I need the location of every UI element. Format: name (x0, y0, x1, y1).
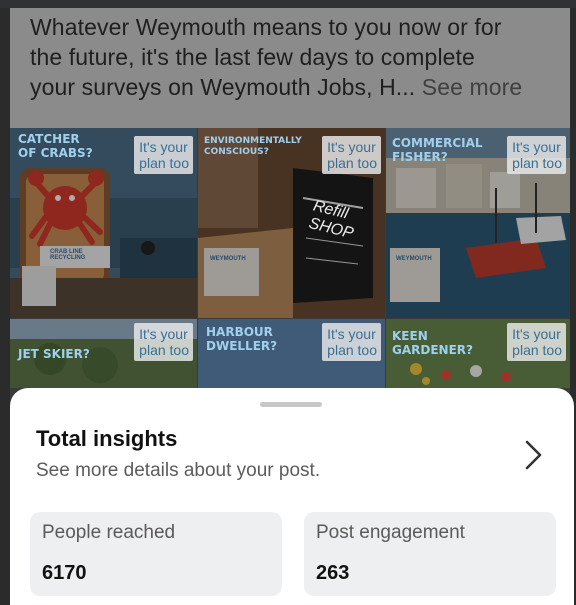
card-label: Post engagement (316, 522, 465, 543)
tag-line: JET SKIER? (18, 347, 90, 361)
grid-tile-harbour[interactable]: HARBOUR DWELLER? It's your plan too (198, 319, 385, 388)
badge-line: It's your (327, 326, 376, 342)
grid-tile-environment[interactable]: ENVIRONMENTALLY CONSCIOUS? It's your plan … (198, 128, 385, 318)
tag-line: COMMERCIAL (392, 136, 483, 150)
post-caption-area: Whatever Weymouth means to you now or fo… (10, 8, 570, 128)
tile-tag: ENVIRONMENTALLY CONSCIOUS? (204, 136, 302, 158)
insights-bottom-sheet[interactable]: Total insights See more details about yo… (10, 388, 574, 605)
badge-line: plan too (512, 155, 562, 171)
tag-line: KEEN (392, 329, 428, 343)
plan-badge: It's your plan too (507, 136, 566, 174)
post-caption: Whatever Weymouth means to you now or fo… (30, 12, 570, 102)
sign-text: WEYMOUTH (396, 256, 432, 262)
grid-tile-fisher[interactable]: COMMERCIAL FISHER? It's your plan too WEYM… (386, 128, 570, 318)
badge-line: It's your (512, 139, 561, 155)
tag-line: OF CRABS? (18, 146, 93, 160)
badge-line: plan too (512, 342, 562, 358)
see-more-link[interactable]: See more (422, 74, 523, 100)
tag-line: CONSCIOUS? (204, 147, 269, 157)
tile-tag: CATCHER OF CRABS? (18, 132, 93, 160)
tile-tag: COMMERCIAL FISHER? (392, 136, 483, 164)
sign-text: CRAB LINE RECYCLING (50, 249, 85, 261)
sign-line: RECYCLING (50, 255, 86, 261)
insights-subtitle: See more details about your post. (36, 460, 321, 481)
badge-line: It's your (327, 139, 376, 155)
plan-badge: It's your plan too (322, 136, 381, 174)
tile-tag: JET SKIER? (18, 347, 90, 361)
grid-tile-gardener[interactable]: KEEN GARDENER? It's your plan too (386, 319, 570, 388)
tile-tag: KEEN GARDENER? (392, 329, 473, 357)
grid-tile-jetski[interactable]: JET SKIER? It's your plan too (10, 319, 197, 388)
plan-badge: It's your plan too (322, 323, 381, 361)
insights-title: Total insights (36, 426, 178, 451)
tag-line: DWELLER? (206, 339, 278, 353)
plan-badge: It's your plan too (507, 323, 566, 361)
badge-line: It's your (139, 139, 188, 155)
chevron-right-icon[interactable] (520, 438, 546, 472)
card-value: 6170 (42, 562, 87, 584)
badge-line: It's your (512, 326, 561, 342)
caption-line: the future, it's the last few days to co… (30, 44, 475, 70)
badge-line: plan too (139, 155, 189, 171)
drag-handle[interactable] (260, 402, 322, 407)
plan-badge: It's your plan too (134, 323, 193, 361)
caption-text: your surveys on Weymouth Jobs, H... (30, 74, 416, 100)
tile-tag: HARBOUR DWELLER? (206, 325, 277, 353)
card-value: 263 (316, 562, 350, 584)
badge-line: It's your (139, 326, 188, 342)
tag-line: HARBOUR (206, 325, 273, 339)
caption-line: Whatever Weymouth means to you now or fo… (30, 14, 502, 40)
status-strip (0, 0, 576, 8)
screen: Whatever Weymouth means to you now or fo… (0, 0, 576, 605)
plan-badge: It's your plan too (134, 136, 193, 174)
grid-tile-crabs[interactable]: CATCHER OF CRABS? It's your plan too CRAB … (10, 128, 197, 318)
badge-line: plan too (327, 342, 377, 358)
badge-line: plan too (327, 155, 377, 171)
left-edge (0, 8, 10, 605)
tag-line: GARDENER? (392, 343, 473, 357)
post-image-grid[interactable]: CATCHER OF CRABS? It's your plan too CRAB … (10, 128, 570, 388)
tag-line: CATCHER (18, 132, 80, 146)
badge-line: plan too (139, 342, 189, 358)
people-reached-card[interactable]: People reached 6170 (30, 512, 282, 596)
caption-line: your surveys on Weymouth Jobs, H... See … (30, 72, 570, 102)
card-label: People reached (42, 522, 176, 543)
post-engagement-card[interactable]: Post engagement 263 (304, 512, 556, 596)
tag-line: ENVIRONMENTALLY (204, 136, 302, 146)
tag-line: FISHER? (392, 150, 448, 164)
sign-text: WEYMOUTH (210, 256, 246, 262)
